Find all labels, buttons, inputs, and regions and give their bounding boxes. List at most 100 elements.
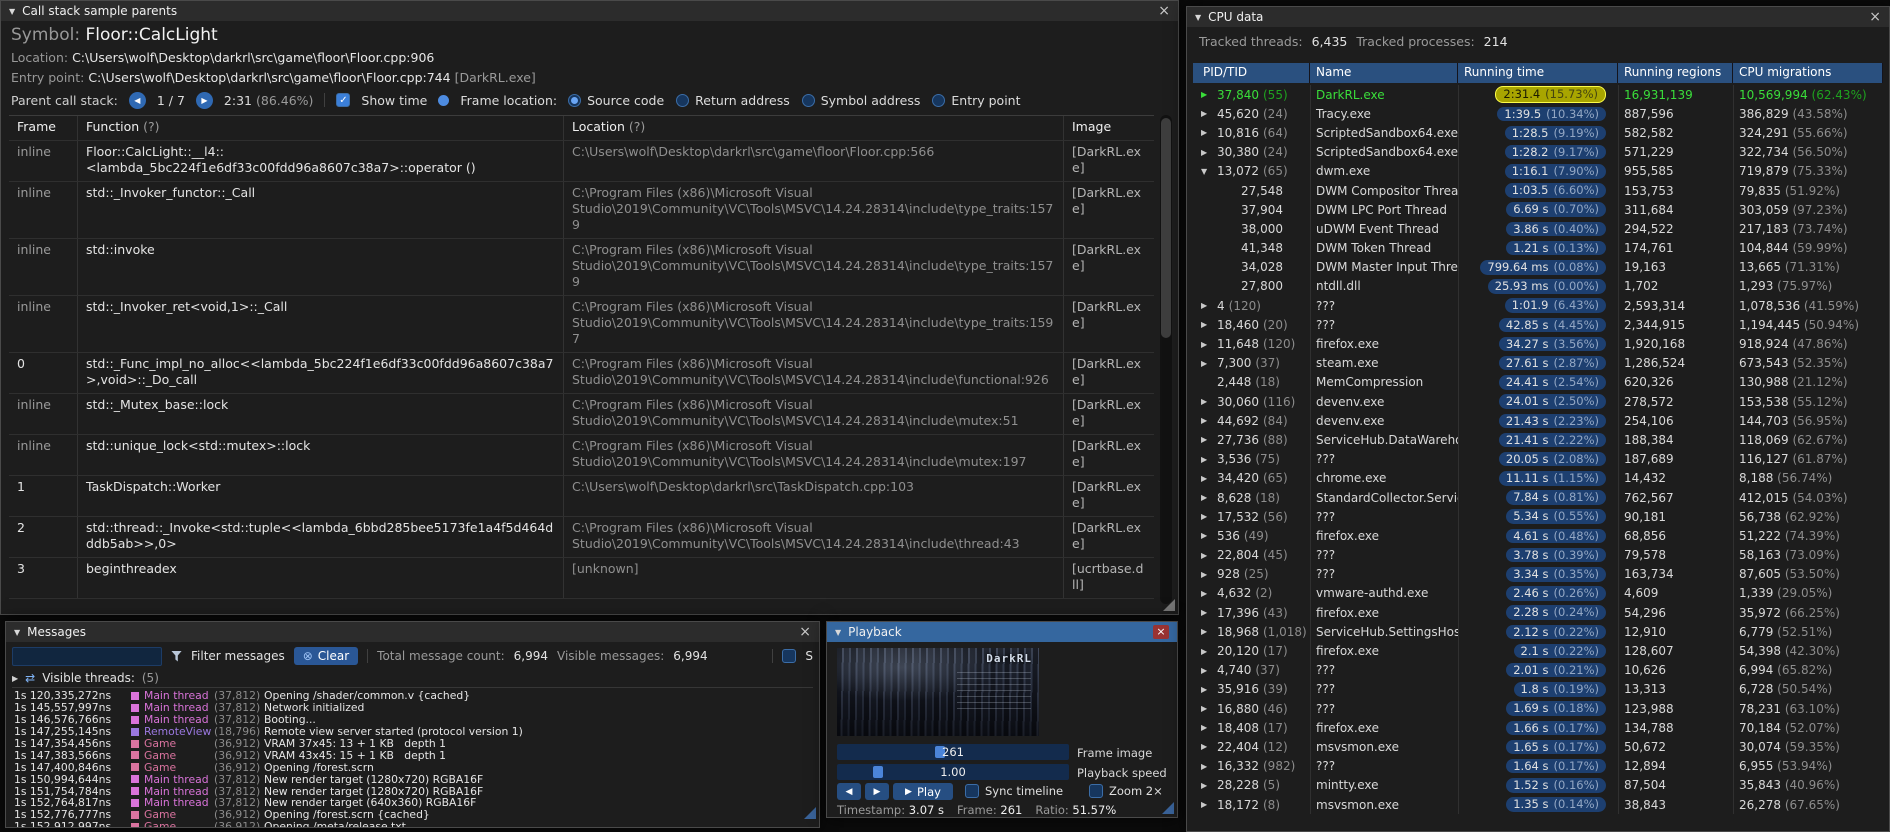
tree-collapsed-icon[interactable]: ▶ [1201,781,1213,790]
cpu-row[interactable]: 41,348 DWM Token Thread 1.21 s (0.13%) 174,7… [1193,238,1883,258]
collapse-icon[interactable]: ▼ [14,628,20,637]
message-row[interactable]: 1s 150,994,644ns Main thread (37,812) New r… [6,773,819,786]
message-row[interactable]: 1s 152,764,817ns Main thread (37,812) New r… [6,796,819,809]
cpu-row[interactable]: 27,548 DWM Compositor Thread 1:03.5 (6.60%)… [1193,180,1883,201]
cpu-column-header[interactable]: CPU migrations [1733,63,1883,83]
cpu-row[interactable]: 27,800 ntdll.dll 25.93 ms (0.00%) 1,702 1,293… [1193,276,1883,297]
cpu-column-header[interactable]: PID/TID [1193,63,1310,83]
callstack-row[interactable]: inline Floor::CalcLight::__l4::<lambda_5b… [9,141,1154,182]
message-row[interactable]: 1s 152,776,777ns Game (36,912) Opening /for… [6,808,819,821]
filter-input[interactable] [12,646,162,666]
message-row[interactable]: 1s 152,912,997ns Game (36,912) Opening /met… [6,820,819,827]
cpu-row[interactable]: ▶ 10,816 (64) ScriptedSandbox64.exe 1:28.5 (9… [1193,123,1883,143]
tree-collapsed-icon[interactable]: ▶ [1201,647,1213,656]
cpu-column-header[interactable]: Running regions [1618,63,1733,83]
cpu-row[interactable]: ▶ 30,380 (24) ScriptedSandbox64.exe 1:28.2 (9… [1193,142,1883,162]
message-row[interactable]: 1s 120,335,272ns Main thread (37,812) Openi… [6,690,819,702]
cpu-row[interactable]: ▶ 30,060 (116) devenv.exe 24.01 s (2.50%) 278,… [1193,392,1883,412]
cpu-row[interactable]: ▶ 3,536 (75)??? 20.05 s (2.08%) 187,689 116,12… [1193,449,1883,469]
show-time-checkbox[interactable]: ✓ [336,93,351,107]
cpu-row[interactable]: ▶ 4,632 (2) vmware-authd.exe 2.46 s (0.26%) 4,… [1193,583,1883,604]
tree-collapsed-icon[interactable]: ▶ [1201,474,1213,483]
radio-icon[interactable] [801,93,815,107]
playback-titlebar[interactable]: ▼ Playback × [827,622,1177,642]
tree-collapsed-icon[interactable]: ▶ [1201,627,1213,636]
scrollbar-thumb[interactable] [1161,118,1171,339]
cpu-row[interactable]: ▶ 4 (120)??? 1:01.9 (6.43%) 2,593,314 1,078,53… [1193,296,1883,316]
slider-grab[interactable] [873,766,883,778]
cpu-row[interactable]: ▶ 4,740 (37)??? 2.01 s (0.21%) 10,626 6,994 (6… [1193,660,1883,680]
tree-collapsed-icon[interactable]: ▶ [1201,455,1213,464]
cpu-row[interactable]: ▶ 928 (25)??? 3.34 s (0.35%) 163,734 87,605 (5… [1193,564,1883,584]
close-icon[interactable]: × [799,625,811,639]
resize-grip[interactable] [804,807,816,819]
speed-slider[interactable]: 1.00 [837,764,1069,780]
frame-slider[interactable]: 261 [837,744,1069,760]
tree-collapsed-icon[interactable]: ▶ [1201,148,1213,157]
play-button[interactable]: ▶ Play [893,783,953,800]
callstack-scrollbar[interactable] [1160,115,1172,604]
prev-frame-button[interactable]: ◀ [837,783,861,800]
callstack-row[interactable]: inline std::invoke C:\Program Files (x86)\… [9,239,1154,296]
close-icon[interactable]: × [1158,4,1170,18]
cpu-row[interactable]: 34,028 DWM Master Input Thread 799.64 ms (0… [1193,257,1883,277]
cpu-row[interactable]: ▶ 44,692 (84) devenv.exe 21.43 s (2.23%) 254,1… [1193,411,1883,431]
location-column-header[interactable]: Location (?) [563,116,1063,140]
message-row[interactable]: 1s 146,576,766ns Main thread (37,812) Booti… [6,713,819,726]
message-row[interactable]: 1s 147,383,566ns Game (36,912) VRAM 43x45: … [6,749,819,762]
tree-collapsed-icon[interactable]: ▶ [1201,397,1213,406]
close-icon[interactable]: × [1153,625,1169,639]
cpu-column-header[interactable]: Running time [1458,63,1618,83]
cpu-row[interactable]: ▶ 18,172 (8) msvsmon.exe 1.35 s (0.14%) 38,843… [1193,794,1883,815]
cpu-row[interactable]: ▶ 37,840 (55) DarkRL.exe 2:31.4 (15.73%) 16,93… [1193,85,1883,105]
tree-collapsed-icon[interactable]: ▶ [1201,608,1213,617]
tree-collapsed-icon[interactable]: ▶ [1201,551,1213,560]
callstack-row[interactable]: inline std::_Mutex_base::lock C:\Program F… [9,394,1154,435]
cpu-row[interactable]: 38,000 uDWM Event Thread 3.86 s (0.40%) 294,… [1193,219,1883,239]
cpu-titlebar[interactable]: ▼ CPU data × [1187,7,1889,27]
cpu-row[interactable]: ▶ 18,968 (1,018)ServiceHub.SettingsHost.ex… [1193,622,1883,642]
function-column-header[interactable]: Function (?) [77,116,563,140]
cpu-row[interactable]: ▶ 536 (49) firefox.exe 4.61 s (0.48%) 68,856 51… [1193,526,1883,546]
tree-collapsed-icon[interactable]: ▶ [1201,704,1213,713]
collapse-icon[interactable]: ▼ [835,628,841,637]
collapse-icon[interactable]: ▼ [9,7,15,16]
cpu-row[interactable]: ▶ 8,628(18) StandardCollector.Service.e 7.8… [1193,487,1883,508]
tree-collapsed-icon[interactable]: ▶ [1201,435,1213,444]
sync-timeline-checkbox[interactable]: Sync timeline [965,784,1063,798]
tree-collapsed-icon[interactable]: ▶ [1201,320,1213,329]
message-row[interactable]: 1s 147,354,456ns Game (36,912) VRAM 37x45: … [6,737,819,750]
tree-collapsed-icon[interactable]: ▶ [1201,570,1213,579]
frame-column-header[interactable]: Frame [9,116,77,140]
zoom-checkbox[interactable]: Zoom 2× [1089,784,1163,798]
cpu-row[interactable]: ▶ 28,228 (5) mintty.exe 1.52 s (0.16%) 87,504 3… [1193,775,1883,795]
messages-titlebar[interactable]: ▼ Messages × [6,622,819,642]
tree-collapsed-icon[interactable]: ▶ [1201,685,1213,694]
clear-button[interactable]: ⊗ Clear [293,647,359,665]
tree-collapsed-icon[interactable]: ▶ [1201,762,1213,771]
cpu-row[interactable]: ▼ 13,072 (65) dwm.exe 1:16.1 (7.90%) 955,585 71… [1193,161,1883,181]
clipped-checkbox[interactable] [782,649,797,663]
tree-collapsed-icon[interactable]: ▶ [1201,589,1213,598]
cpu-row[interactable]: ▶ 20,120 (17) firefox.exe 2.1 s (0.22%) 128,60… [1193,641,1883,661]
cpu-row[interactable]: ▶ 17,532 (56)??? 5.34 s (0.55%) 90,181 56,738 … [1193,507,1883,527]
frame-location-option[interactable]: Symbol address [801,93,920,108]
tree-collapsed-icon[interactable]: ▶ [1201,340,1213,349]
callstack-row[interactable]: 3 beginthreadex [unknown] [ucrtbase.dll] [9,558,1154,599]
message-row[interactable]: 1s 151,754,784ns Main thread (37,812) New r… [6,785,819,798]
message-row[interactable]: 1s 145,557,997ns Main thread (37,812) Netwo… [6,701,819,714]
tree-collapsed-icon[interactable]: ▶ [1201,301,1213,310]
image-column-header[interactable]: Image [1063,116,1154,140]
next-stack-button[interactable]: ▶ [195,91,213,109]
tree-collapsed-icon[interactable]: ▶ [1201,531,1213,540]
tree-collapsed-icon[interactable]: ▶ [1201,359,1213,368]
callstack-row[interactable]: inline std::unique_lock<std::mutex>::lock… [9,435,1154,476]
next-frame-button[interactable]: ▶ [865,783,889,800]
message-row[interactable]: 1s 147,255,145ns RemoteView (18,796) Remote… [6,725,819,738]
close-icon[interactable]: × [1869,10,1881,24]
cpu-row[interactable]: ▶ 18,460 (20)??? 42.85 s (4.45%) 2,344,915 1,1… [1193,315,1883,335]
cpu-row[interactable]: ▶ 16,332 (982)??? 1.64 s (0.17%) 12,894 6,955 … [1193,756,1883,776]
cpu-row[interactable]: ▶ 16,880 (46)??? 1.69 s (0.18%) 123,988 78,231… [1193,699,1883,719]
cpu-row[interactable]: ▶ 7,300 (37) steam.exe 27.61 s (2.87%) 1,286,5… [1193,353,1883,373]
resize-grip[interactable] [1162,802,1174,814]
